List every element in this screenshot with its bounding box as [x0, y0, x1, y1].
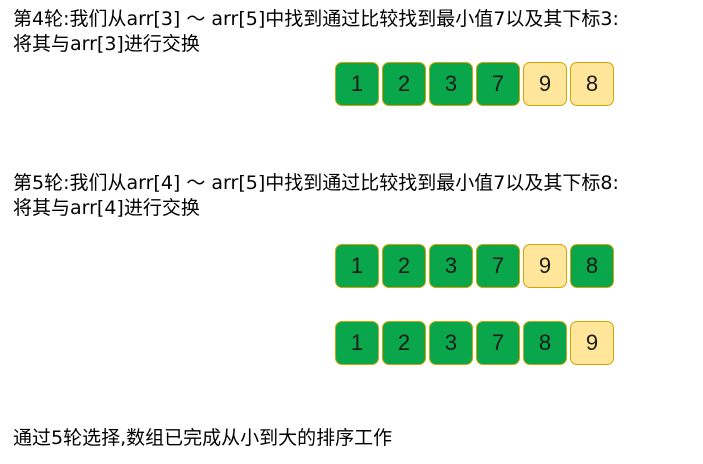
array-cell: 8 [523, 321, 567, 365]
array-cell: 3 [429, 62, 473, 106]
array-cell: 2 [382, 62, 426, 106]
array-cell: 1 [335, 244, 379, 288]
step-4-description: 第4轮:我们从arr[3] ～ arr[5]中找到通过比较找到最小值7以及其下标… [13, 7, 619, 57]
array-step-5-before-swap: 123798 [335, 244, 614, 288]
step-5-description: 第5轮:我们从arr[4] ～ arr[5]中找到通过比较找到最小值7以及其下标… [13, 171, 619, 221]
array-cell: 7 [476, 321, 520, 365]
array-cell: 8 [570, 244, 614, 288]
array-cell: 9 [523, 244, 567, 288]
array-cell: 7 [476, 244, 520, 288]
array-cell: 3 [429, 321, 473, 365]
array-cell: 7 [476, 62, 520, 106]
conclusion-text: 通过5轮选择,数组已完成从小到大的排序工作 [13, 427, 393, 449]
array-cell: 2 [382, 244, 426, 288]
step-4-line-2: 将其与arr[3]进行交换 [13, 33, 200, 55]
array-cell: 9 [523, 62, 567, 106]
step-5-line-1: 第5轮:我们从arr[4] ～ arr[5]中找到通过比较找到最小值7以及其下标… [13, 172, 619, 194]
step-4-line-1: 第4轮:我们从arr[3] ～ arr[5]中找到通过比较找到最小值7以及其下标… [13, 8, 619, 30]
array-cell: 2 [382, 321, 426, 365]
step-5-line-2: 将其与arr[4]进行交换 [13, 197, 200, 219]
array-cell: 3 [429, 244, 473, 288]
array-step-5-after-swap: 123789 [335, 321, 614, 365]
array-cell: 1 [335, 62, 379, 106]
array-after-step-4: 123798 [335, 62, 614, 106]
array-cell: 1 [335, 321, 379, 365]
array-cell: 8 [570, 62, 614, 106]
array-cell: 9 [570, 321, 614, 365]
